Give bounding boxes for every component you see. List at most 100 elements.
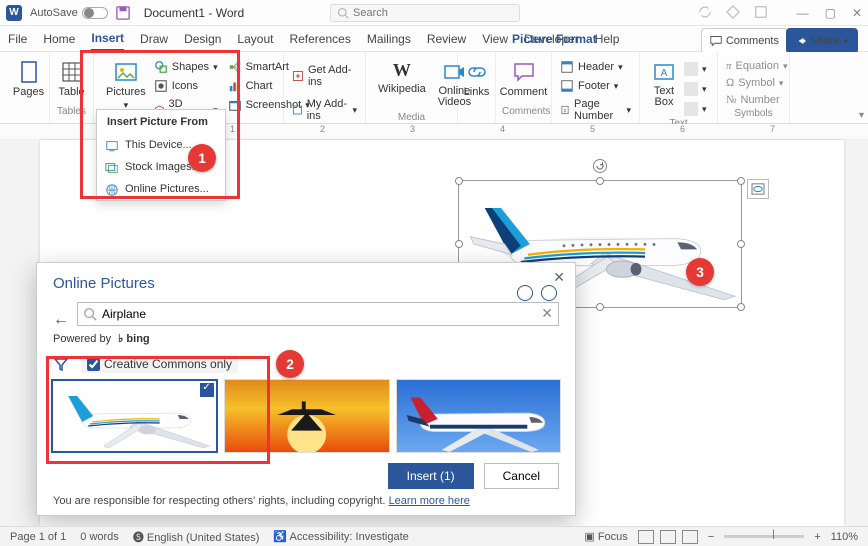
status-page[interactable]: Page 1 of 1 <box>10 531 66 543</box>
save-icon[interactable] <box>116 6 130 20</box>
footer-icon <box>560 79 574 93</box>
square-icon[interactable] <box>754 5 768 19</box>
view-print-button[interactable] <box>660 530 676 544</box>
tab-picture-format[interactable]: Picture Format <box>512 28 597 50</box>
tab-file[interactable]: File <box>8 28 27 50</box>
header-icon <box>560 60 574 74</box>
search-placeholder: Search <box>353 7 388 19</box>
frown-feedback-icon[interactable] <box>541 285 557 301</box>
callout-badge-2: 2 <box>276 350 304 378</box>
tab-mailings[interactable]: Mailings <box>367 28 411 50</box>
tab-layout[interactable]: Layout <box>237 28 273 50</box>
drop-cap-button[interactable]: ▾ <box>682 100 709 118</box>
resize-handle-ne[interactable] <box>737 177 745 185</box>
links-button[interactable]: Links <box>464 56 489 102</box>
ribbon-collapse-icon[interactable]: ▾ <box>859 110 864 121</box>
link-icon <box>465 60 489 84</box>
view-web-button[interactable] <box>682 530 698 544</box>
back-button[interactable]: ← <box>53 311 69 329</box>
resize-handle-se[interactable] <box>737 303 745 311</box>
resize-handle-e[interactable] <box>737 240 745 248</box>
share-button[interactable]: Share ▾ <box>786 28 858 54</box>
zoom-out-button[interactable]: − <box>708 531 714 543</box>
bing-logo: ♭ bing <box>118 333 149 345</box>
status-words[interactable]: 0 words <box>80 531 119 543</box>
resize-handle-n[interactable] <box>596 177 604 185</box>
comments-button[interactable]: Comments <box>701 28 788 54</box>
symbols-group-label: Symbols <box>724 108 783 121</box>
autosave-toggle[interactable] <box>82 7 108 19</box>
comments-group-label: Comments <box>502 106 545 119</box>
tab-help[interactable]: Help <box>595 28 620 50</box>
zoom-level[interactable]: 110% <box>831 531 858 543</box>
resize-handle-nw[interactable] <box>455 177 463 185</box>
page-icon <box>17 60 41 84</box>
callout-box-1 <box>80 50 240 199</box>
pages-label: Pages <box>13 86 44 98</box>
tab-home[interactable]: Home <box>43 28 75 50</box>
insert-button[interactable]: Insert (1) <box>388 463 474 489</box>
resize-handle-s[interactable] <box>596 303 604 311</box>
callout-box-2 <box>46 356 270 464</box>
comment-icon <box>710 35 722 47</box>
page-number-button[interactable]: #Page Number ▾ <box>558 96 633 124</box>
search-input[interactable] <box>77 302 559 326</box>
get-addins-button[interactable]: Get Add-ins <box>290 62 359 90</box>
clear-search-button[interactable]: ✕ <box>541 305 553 322</box>
airplane-thumb-3 <box>397 380 560 452</box>
comment-icon <box>512 60 536 84</box>
page-number-icon: # <box>560 103 570 117</box>
callout-badge-1: 1 <box>188 144 216 172</box>
layout-options-button[interactable] <box>747 179 769 199</box>
search-result-3[interactable] <box>396 379 561 453</box>
focus-mode-button[interactable]: ▣ Focus <box>584 530 627 543</box>
pages-button[interactable]: Pages <box>14 56 43 102</box>
tab-draw[interactable]: Draw <box>140 28 168 50</box>
callout-badge-3: 3 <box>686 258 714 286</box>
text-box-button[interactable]: AText Box <box>646 56 682 118</box>
header-button[interactable]: Header ▾ <box>558 58 633 76</box>
maximize-button[interactable]: ▢ <box>825 6 836 20</box>
document-title: Document1 - Word <box>144 6 244 20</box>
word-app-icon: W <box>6 5 22 21</box>
dialog-title: Online Pictures <box>37 263 575 296</box>
search-icon <box>337 7 349 19</box>
dialog-close-button[interactable]: ✕ <box>553 269 565 286</box>
title-search[interactable]: Search <box>330 4 520 22</box>
rotation-handle[interactable] <box>593 159 607 173</box>
resize-handle-w[interactable] <box>455 240 463 248</box>
diamond-icon[interactable] <box>726 5 740 19</box>
autosave-label: AutoSave <box>30 7 78 19</box>
number-button[interactable]: № Number <box>724 92 783 108</box>
my-addins-button[interactable]: My Add-ins ▾ <box>290 96 359 124</box>
view-read-button[interactable] <box>638 530 654 544</box>
equation-button[interactable]: π Equation ▾ <box>724 58 783 74</box>
smile-feedback-icon[interactable] <box>517 285 533 301</box>
tab-design[interactable]: Design <box>184 28 221 50</box>
tab-insert[interactable]: Insert <box>91 27 124 51</box>
search-icon <box>83 307 97 321</box>
quick-parts-button[interactable]: ▾ <box>682 60 709 78</box>
footer-button[interactable]: Footer ▾ <box>558 77 633 95</box>
sync-icon[interactable] <box>698 5 712 19</box>
status-accessibility[interactable]: ♿ Accessibility: Investigate <box>273 530 408 543</box>
comment-button[interactable]: Comment <box>502 56 545 102</box>
wikipedia-button[interactable]: WWikipedia <box>372 56 432 112</box>
minimize-button[interactable]: — <box>797 6 809 20</box>
status-language[interactable]: 🅢 English (United States) <box>133 529 260 545</box>
tab-view[interactable]: View <box>482 28 508 50</box>
close-button[interactable]: ✕ <box>852 6 862 20</box>
symbol-button[interactable]: Ω Symbol ▾ <box>724 75 783 91</box>
wordart-button[interactable]: ▾ <box>682 80 709 98</box>
cancel-button[interactable]: Cancel <box>484 463 559 489</box>
addins-icon <box>292 69 304 83</box>
tab-references[interactable]: References <box>289 28 350 50</box>
zoom-in-button[interactable]: + <box>814 531 820 543</box>
tab-review[interactable]: Review <box>427 28 466 50</box>
wikipedia-icon: W <box>393 60 411 81</box>
zoom-slider[interactable] <box>724 535 804 538</box>
chevron-down-icon: ▾ <box>843 32 848 51</box>
copyright-notice: You are responsible for respecting other… <box>53 495 559 507</box>
learn-more-link[interactable]: Learn more here <box>389 495 470 507</box>
share-button-label: Share <box>810 31 839 51</box>
